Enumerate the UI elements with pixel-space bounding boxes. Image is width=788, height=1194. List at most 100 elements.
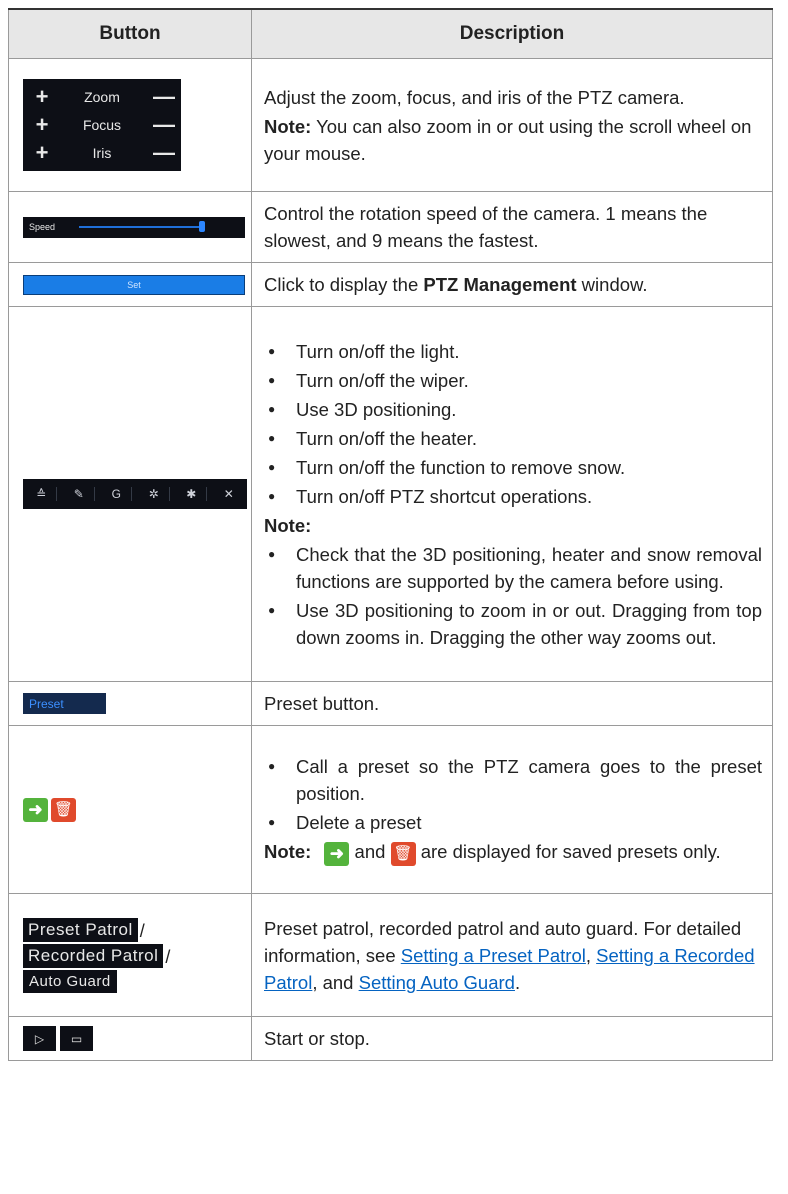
zoom-row: + Zoom — — [23, 84, 181, 110]
list-item: Turn on/off the function to remove snow. — [264, 454, 762, 481]
note-label: Note: — [264, 115, 312, 137]
button-cell: ≙ ✎ G ✲ ✱ ✕ — [8, 306, 252, 682]
iris-plus-button[interactable]: + — [33, 140, 51, 166]
call-preset-arrow-icon[interactable]: ➜ — [23, 797, 48, 822]
zoom-label: Zoom — [84, 89, 120, 105]
description-cell: Control the rotation speed of the camera… — [251, 191, 773, 263]
list-item: Turn on/off the wiper. — [264, 367, 762, 394]
button-description-table: Button Description + Zoom — + Focus — + … — [8, 8, 773, 1061]
note-rest: are displayed for saved presets only. — [415, 841, 721, 863]
description-cell: Start or stop. — [251, 1016, 773, 1061]
auto-guard-line: Auto Guard — [23, 969, 251, 993]
recorded-patrol-button[interactable]: Recorded Patrol — [23, 943, 164, 968]
note-label: Note: — [264, 514, 312, 536]
delete-preset-trash-icon: 🗑 — [390, 841, 416, 866]
snow-removal-icon[interactable]: ✱ — [176, 487, 208, 501]
zfi-note: Note: You can also zoom in or out using … — [264, 113, 762, 167]
wiper-icon[interactable]: ✎ — [64, 487, 95, 501]
table-row: Preset Patrol / Recorded Patrol / Auto Gua… — [8, 893, 773, 1017]
3d-positioning-icon[interactable]: G — [101, 487, 133, 501]
button-cell: ➜ 🗑 — [8, 725, 252, 894]
stop-icon[interactable]: ▭ — [60, 1026, 93, 1051]
list-item: Call a preset so the PTZ camera goes to … — [264, 753, 762, 807]
description-cell: Turn on/off the light. Turn on/off the w… — [251, 306, 773, 682]
auto-guard-button[interactable]: Auto Guard — [23, 969, 117, 993]
table-row: ≙ ✎ G ✲ ✱ ✕ Turn on/off the light. Turn … — [8, 306, 773, 682]
set-button[interactable]: Set — [23, 274, 245, 295]
period: . — [514, 971, 521, 993]
note-list: Check that the 3D positioning, heater an… — [264, 541, 762, 651]
zfi-description: Adjust the zoom, focus, and iris of the … — [264, 86, 685, 108]
speed-slider[interactable]: Speed — [23, 216, 245, 238]
separator: / — [165, 946, 171, 967]
set-desc-tail: window. — [576, 274, 648, 295]
button-cell: + Zoom — + Focus — + Iris — — [8, 58, 252, 192]
zoom-focus-iris-control: + Zoom — + Focus — + Iris — — [23, 79, 181, 171]
preset-patrol-line: Preset Patrol / — [23, 917, 251, 942]
iris-row: + Iris — — [23, 140, 181, 166]
set-desc-text: Click to display the — [264, 274, 424, 295]
description-cell: Adjust the zoom, focus, and iris of the … — [251, 58, 773, 192]
list-item: Turn on/off the light. — [264, 338, 762, 365]
column-header-description: Description — [251, 8, 773, 59]
list-item: Turn on/off the heater. — [264, 425, 762, 452]
button-cell: Set — [8, 262, 252, 307]
zoom-in-button[interactable]: + — [33, 84, 51, 110]
table-row: + Zoom — + Focus — + Iris — Adjust the z… — [8, 58, 773, 192]
table-row: Preset Preset button. — [8, 681, 773, 726]
preset-actions: ➜ 🗑 — [23, 797, 251, 822]
list-item: Check that the 3D positioning, heater an… — [264, 541, 762, 595]
note-text: You can also zoom in or out using the sc… — [264, 115, 752, 164]
preset-action-list: Call a preset so the PTZ camera goes to … — [264, 753, 762, 836]
ptz-management-label: PTZ Management — [423, 274, 577, 295]
table-row: ▷ ▭ Start or stop. — [8, 1016, 773, 1061]
focus-row: + Focus — — [23, 112, 181, 138]
description-cell: Call a preset so the PTZ camera goes to … — [251, 725, 773, 894]
description-cell: Preset patrol, recorded patrol and auto … — [251, 893, 773, 1017]
note-and: and — [349, 841, 391, 863]
list-item: Use 3D positioning to zoom in or out. Dr… — [264, 597, 762, 651]
iris-label: Iris — [92, 145, 112, 161]
iris-minus-button[interactable]: — — [153, 140, 175, 166]
zoom-out-button[interactable]: — — [153, 84, 175, 110]
note-label: Note: — [264, 841, 312, 863]
list-item: Delete a preset — [264, 809, 762, 836]
separator: / — [139, 920, 145, 941]
focus-plus-button[interactable]: + — [33, 112, 51, 138]
column-header-button: Button — [8, 8, 252, 59]
table-row: ➜ 🗑 Call a preset so the PTZ camera goes… — [8, 725, 773, 894]
patrol-description: Preset patrol, recorded patrol and auto … — [264, 915, 762, 996]
speed-label: Speed — [29, 222, 56, 232]
focus-minus-button[interactable]: — — [153, 112, 175, 138]
preset-patrol-button[interactable]: Preset Patrol — [23, 917, 138, 942]
list-item: Turn on/off PTZ shortcut operations. — [264, 483, 762, 510]
focus-label: Focus — [82, 117, 122, 133]
delete-preset-trash-icon[interactable]: 🗑 — [51, 797, 76, 822]
preset-description: Preset button. — [264, 693, 380, 714]
light-icon[interactable]: ≙ — [26, 487, 58, 501]
separator: , — [585, 944, 597, 966]
start-stop-controls: ▷ ▭ — [23, 1026, 251, 1051]
speed-track[interactable] — [79, 221, 205, 232]
speed-description: Control the rotation speed of the camera… — [264, 203, 708, 251]
table-header-row: Button Description — [8, 8, 773, 59]
set-description: Click to display the PTZ Management wind… — [264, 271, 762, 298]
shortcut-operations-icon[interactable]: ✕ — [214, 487, 244, 501]
button-cell: Speed — [8, 191, 252, 263]
table-row: Speed Control the rotation speed of the … — [8, 191, 773, 263]
call-preset-arrow-icon: ➜ — [324, 841, 350, 866]
separator: , and — [312, 971, 359, 993]
heater-icon[interactable]: ✲ — [139, 487, 170, 501]
ptz-function-toolbar: ≙ ✎ G ✲ ✱ ✕ — [23, 479, 247, 509]
button-cell: ▷ ▭ — [8, 1016, 252, 1061]
preset-button[interactable]: Preset — [23, 693, 106, 714]
description-cell: Preset button. — [251, 681, 773, 726]
list-item: Use 3D positioning. — [264, 396, 762, 423]
start-stop-description: Start or stop. — [264, 1028, 370, 1049]
preset-note: Note: ➜ and 🗑 are displayed for saved pr… — [264, 838, 762, 866]
play-icon[interactable]: ▷ — [23, 1026, 56, 1051]
recorded-patrol-line: Recorded Patrol / — [23, 943, 251, 968]
speed-slider-handle[interactable] — [199, 221, 205, 232]
setting-auto-guard-link[interactable]: Setting Auto Guard — [359, 972, 515, 993]
setting-preset-patrol-link[interactable]: Setting a Preset Patrol — [401, 945, 586, 966]
